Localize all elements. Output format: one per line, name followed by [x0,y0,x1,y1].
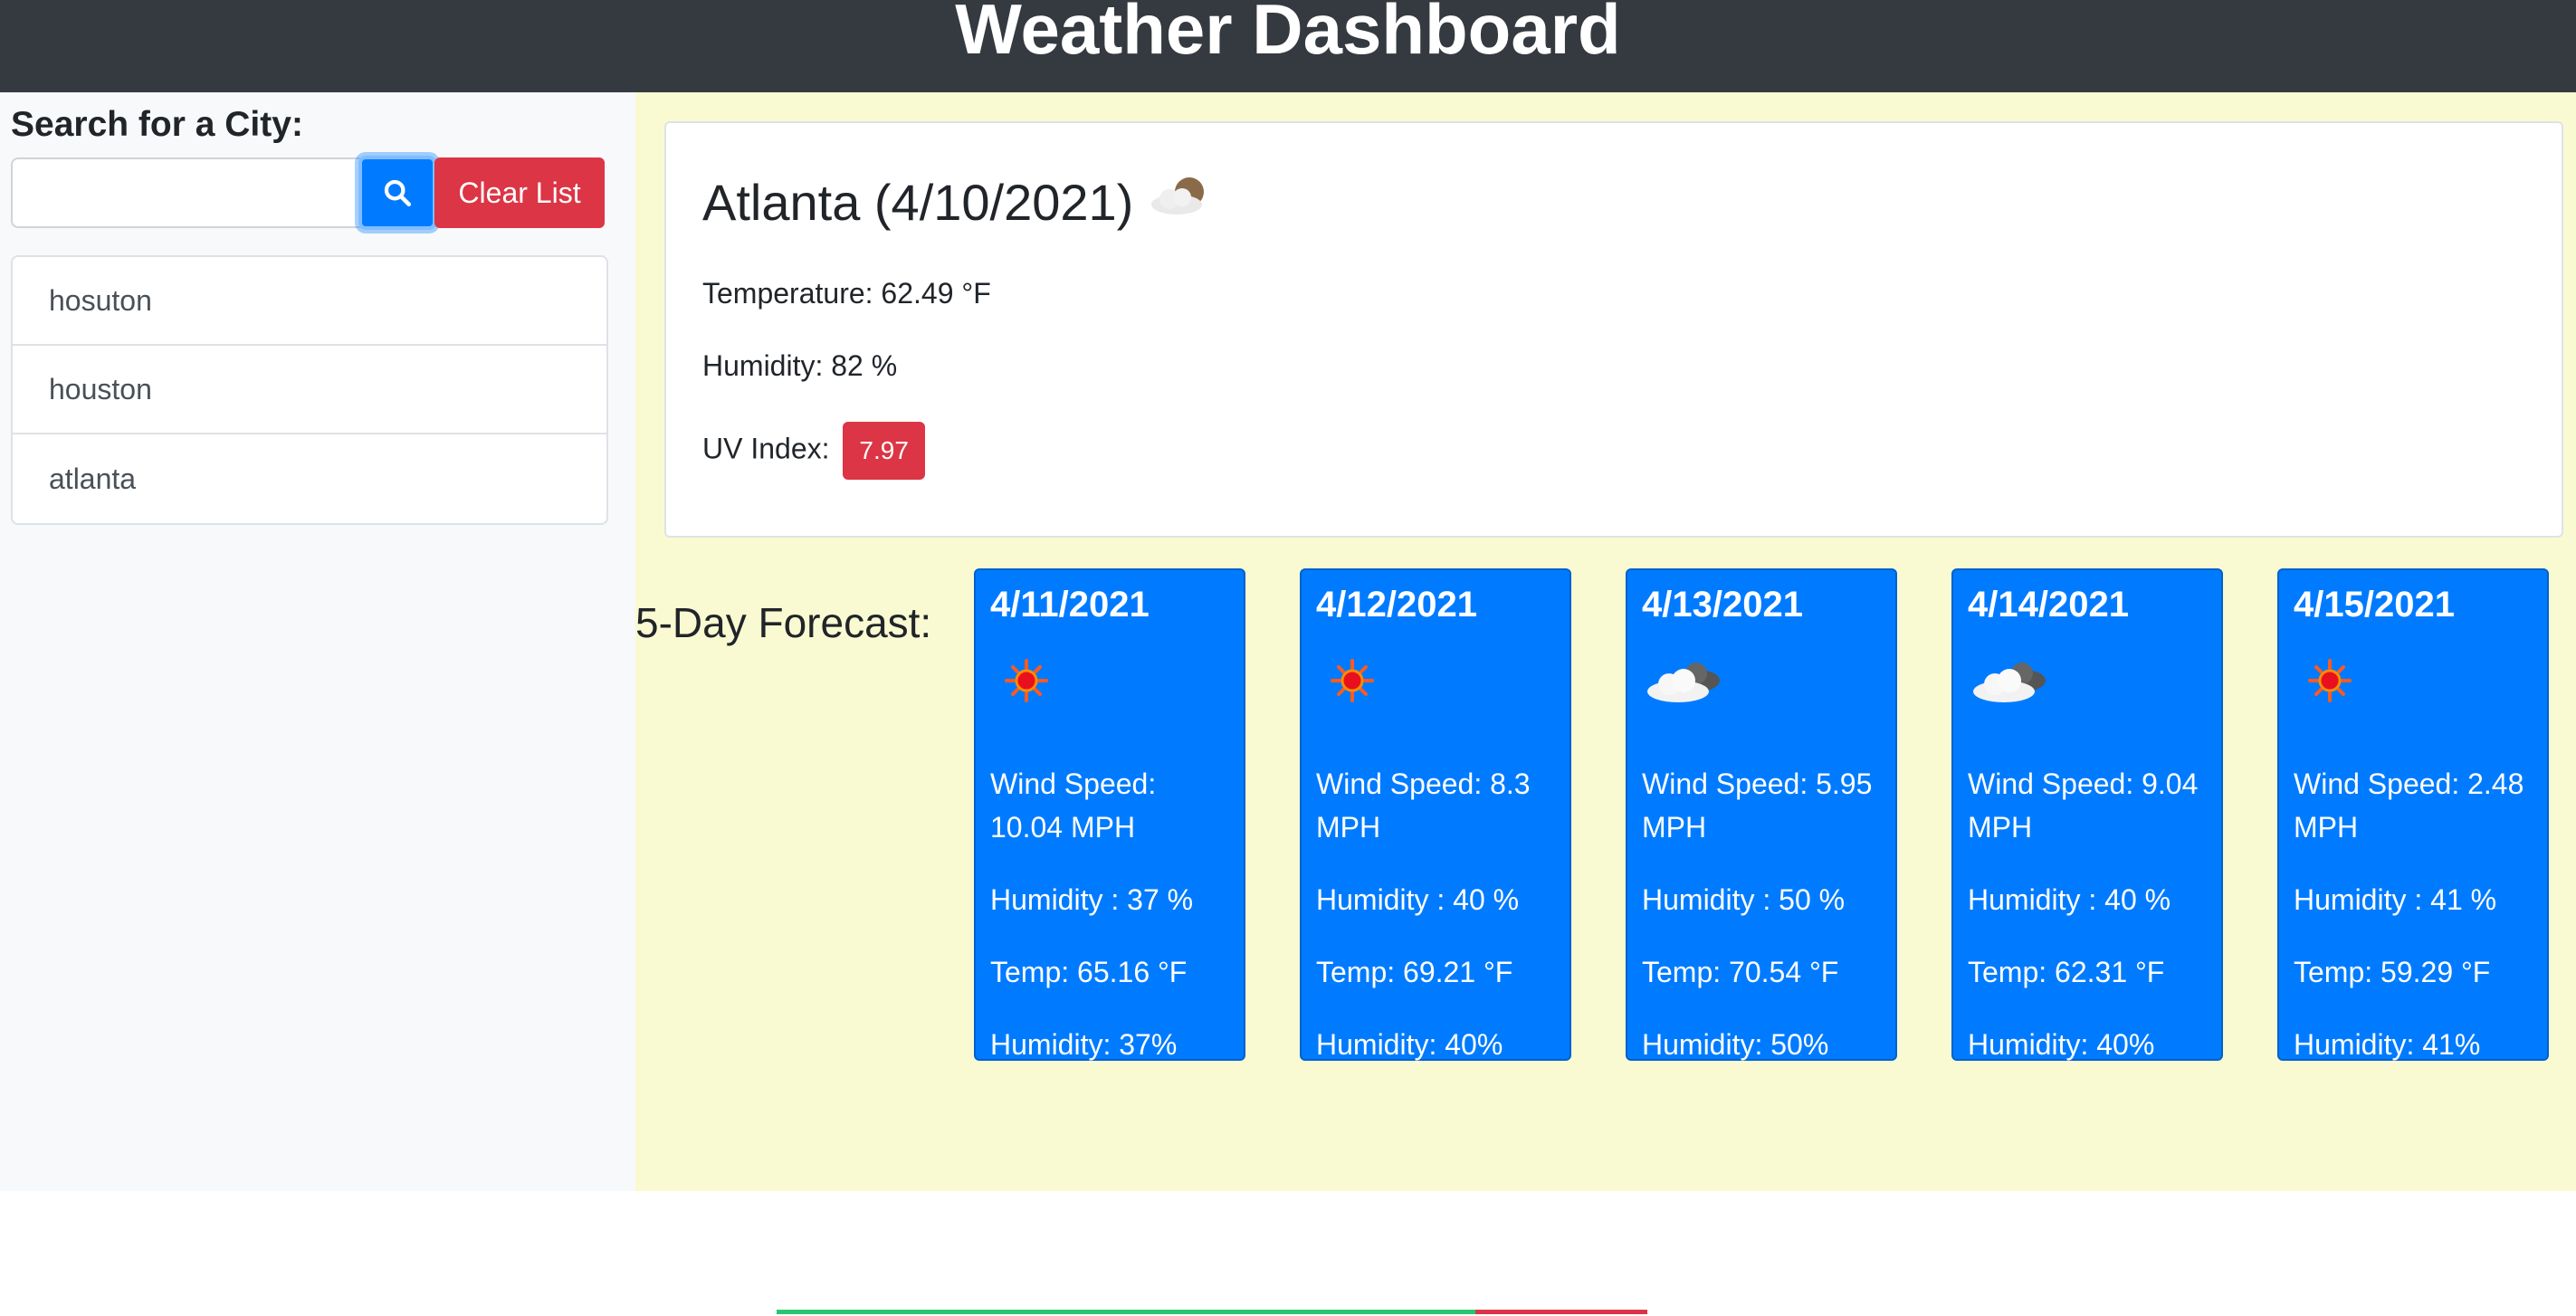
forecast-humidity-1: Humidity : 37 % [990,883,1194,916]
forecast-temp: Temp: 69.21 °F [1316,956,1513,988]
forecast-date: 4/13/2021 [1642,585,1803,625]
sidebar: Search for a City: Clear List hosuton ho… [0,92,635,1191]
forecast-wind-label: Wind Speed: 8.3 [1316,768,1531,800]
partly-cloudy-icon [1144,168,1216,237]
forecast-wind-value: MPH [1316,811,1381,844]
forecast-wind-label: Wind Speed: [990,768,1157,800]
forecast-wind-label: Wind Speed: 9.04 [1968,768,2199,800]
forecast-wind-value: 10.04 MPH [990,811,1136,844]
current-humidity: Humidity: 82 % [702,349,898,382]
forecast-card: 4/14/2021 Wind Speed: 9.04 MPH Humidity … [1951,568,2223,1061]
forecast-date: 4/11/2021 [990,585,1150,625]
search-icon [384,179,412,207]
current-uv-row: UV Index: 7.97 [702,422,925,480]
forecast-humidity-1: Humidity : 40 % [1316,883,1520,916]
page-header: Weather Dashboard [0,0,2576,92]
forecast-wind-value: MPH [1642,811,1707,844]
sun-icon [1316,653,1388,712]
current-city-title: Atlanta (4/10/2021) [702,174,1134,231]
uv-badge: 7.97 [843,422,925,480]
forecast-humidity-2: Humidity: 41% [2294,1028,2481,1061]
forecast-wind-value: MPH [1968,811,2033,844]
forecast-wind-label: Wind Speed: 2.48 [2294,768,2524,800]
forecast-wind-value: MPH [2294,811,2359,844]
forecast-card: 4/15/2021 Wind Speed: 2.48 MPH Humidity … [2277,568,2549,1061]
forecast-card: 4/11/2021 Wind Speed: 10.04 MPH Humidity… [974,568,1245,1061]
cloud-icon [1642,653,1729,712]
progress-bar-green [777,1310,1475,1314]
clear-list-button[interactable]: Clear List [434,157,605,228]
forecast-title: 5-Day Forecast: [635,599,932,646]
uv-label: UV Index: [702,432,830,465]
forecast-card: 4/13/2021 Wind Speed: 5.95 MPH Humidity … [1626,568,1897,1061]
current-weather-card: Atlanta (4/10/2021) Temperature: 62.49 °… [664,121,2563,538]
forecast-date: 4/14/2021 [1968,585,2129,625]
forecast-humidity-2: Humidity: 50% [1642,1028,1829,1061]
forecast-temp: Temp: 70.54 °F [1642,956,1839,988]
forecast-temp: Temp: 62.31 °F [1968,956,2165,988]
forecast-temp: Temp: 59.29 °F [2294,956,2491,988]
search-button[interactable] [358,156,436,230]
forecast-humidity-2: Humidity: 40% [1968,1028,2155,1061]
progress-bar-red [1475,1310,1647,1314]
current-temperature: Temperature: 62.49 °F [702,277,991,310]
history-item-hosuton[interactable]: hosuton [13,257,606,346]
forecast-date: 4/12/2021 [1316,585,1477,625]
history-item-atlanta[interactable]: atlanta [13,434,606,523]
forecast-card: 4/12/2021 Wind Speed: 8.3 MPH Humidity :… [1300,568,1571,1061]
forecast-humidity-1: Humidity : 50 % [1642,883,1846,916]
forecast-humidity-2: Humidity: 40% [1316,1028,1503,1061]
page-title: Weather Dashboard [955,0,1621,69]
forecast-humidity-1: Humidity : 41 % [2294,883,2497,916]
current-city-heading: Atlanta (4/10/2021) [702,168,1216,237]
forecast-humidity-2: Humidity: 37% [990,1028,1178,1061]
sun-icon [990,653,1063,712]
sun-icon [2294,653,2366,712]
forecast-date: 4/15/2021 [2294,585,2455,625]
history-item-houston[interactable]: houston [13,346,606,434]
search-history-list: hosuton houston atlanta [11,255,608,525]
forecast-wind-label: Wind Speed: 5.95 [1642,768,1873,800]
search-input[interactable] [11,157,364,228]
forecast-humidity-1: Humidity : 40 % [1968,883,2171,916]
forecast-temp: Temp: 65.16 °F [990,956,1188,988]
cloud-icon [1968,653,2055,712]
search-label: Search for a City: [11,105,303,144]
